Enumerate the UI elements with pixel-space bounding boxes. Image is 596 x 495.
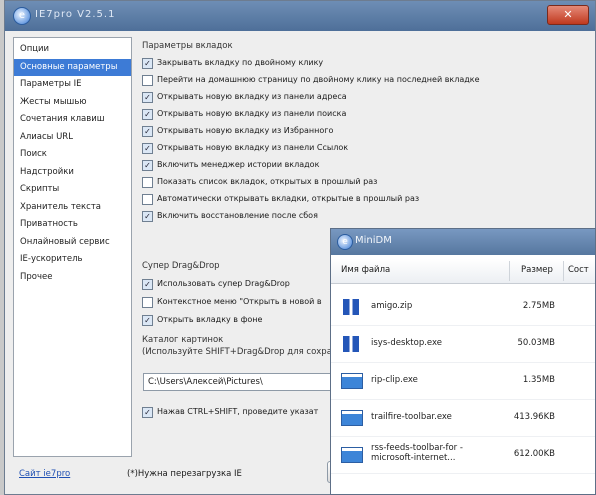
checkbox[interactable]: ✓ (142, 210, 153, 222)
option-auto-open-last-tabs[interactable]: Автоматически открывать вкладки, открыты… (142, 192, 419, 206)
checkbox[interactable]: ✓ (142, 108, 153, 120)
title-bar[interactable]: e IE7pro V2.5.1 ✕ (5, 1, 595, 31)
sidebar-item-ie-accelerator[interactable]: IE-ускоритель (14, 251, 131, 269)
option-ctrl-shift[interactable]: ✓ Нажав CTRL+SHIFT, проведите указат (142, 405, 318, 419)
sidebar-item-ie-settings[interactable]: Параметры IE (14, 76, 131, 94)
option-crash-recovery[interactable]: ✓ Включить восстановление после сбоя (142, 209, 318, 223)
option-tab-history[interactable]: ✓ Включить менеджер истории вкладок (142, 158, 319, 172)
sidebar-item-shortcuts[interactable]: Сочетания клавиш (14, 111, 131, 129)
option-home-on-dblclick[interactable]: Перейти на домашнюю страницу по двойному… (142, 73, 480, 87)
checkbox[interactable]: ✓ (142, 125, 153, 137)
file-name: rss-feeds-toolbar-for -microsoft-interne… (371, 443, 463, 463)
sidebar-item-privacy[interactable]: Приватность (14, 216, 131, 234)
archive-icon (343, 299, 359, 315)
sidebar-item-mouse-gestures[interactable]: Жесты мышью (14, 94, 131, 112)
window-title: IE7pro V2.5.1 (35, 9, 116, 20)
restart-note: (*)Нужна перезагрузка IE (127, 469, 242, 479)
column-divider (509, 261, 510, 281)
minidm-title-bar[interactable]: e MiniDM (331, 229, 595, 255)
option-newtab-address[interactable]: ✓ Открывать новую вкладку из панели адрес… (142, 90, 347, 104)
file-row[interactable]: trailfire-toolbar.exe 413.96KB (331, 402, 595, 437)
application-icon (341, 373, 363, 389)
sidebar-item-addons[interactable]: Надстройки (14, 164, 131, 182)
file-size: 612.00KB (513, 449, 555, 459)
option-newtab-favorites[interactable]: ✓ Открывать новую вкладку из Избранного (142, 124, 333, 138)
sidebar-item-misc[interactable]: Прочее (14, 269, 131, 287)
option-show-last-tabs[interactable]: Показать список вкладок, открытых в прош… (142, 175, 377, 189)
application-icon (341, 447, 363, 463)
file-name: trailfire-toolbar.exe (371, 412, 452, 422)
checkbox[interactable]: ✓ (142, 278, 153, 290)
column-header-size[interactable]: Размер (521, 265, 553, 275)
close-button[interactable]: ✕ (547, 5, 589, 25)
dragdrop-group-title: Супер Drag&Drop (142, 261, 220, 271)
column-divider (563, 261, 564, 281)
checkbox[interactable]: ✓ (142, 142, 153, 154)
minidm-title: MiniDM (355, 235, 392, 246)
checkbox[interactable]: ✓ (142, 159, 153, 171)
image-catalog-path-input[interactable]: C:\Users\Алексей\Pictures\ (143, 373, 343, 391)
checkbox[interactable] (142, 193, 153, 205)
file-row[interactable]: rss-feeds-toolbar-for -microsoft-interne… (331, 439, 595, 474)
file-list-header: Имя файла Размер Сост (331, 259, 595, 284)
minidm-app-icon: e (337, 234, 353, 250)
file-name: amigo.zip (371, 301, 413, 311)
file-row[interactable]: rip-clip.exe 1.35MB (331, 365, 595, 400)
checkbox[interactable]: ✓ (142, 314, 153, 326)
sidebar-item-general[interactable]: Основные параметры (14, 58, 131, 76)
sidebar-item-scripts[interactable]: Скрипты (14, 181, 131, 199)
site-link[interactable]: Сайт ie7pro (19, 469, 70, 479)
sidebar-item-options[interactable]: Опции (14, 41, 131, 59)
application-icon (341, 410, 363, 426)
file-size: 50.03MB (517, 338, 556, 348)
option-newtab-search[interactable]: ✓ Открывать новую вкладку из панели поиск… (142, 107, 346, 121)
option-super-dragdrop[interactable]: ✓ Использовать супер Drag&Drop (142, 277, 290, 291)
tabs-group-title: Параметры вкладок (142, 41, 233, 51)
option-context-menu-open[interactable]: Контекстное меню "Открыть в новой в (142, 295, 322, 309)
checkbox[interactable]: ✓ (142, 57, 153, 69)
app-icon: e (13, 7, 31, 25)
file-name: isys-desktop.exe (371, 338, 443, 348)
option-close-on-dblclick[interactable]: ✓ Закрывать вкладку по двойному клику (142, 56, 323, 70)
sidebar-item-search[interactable]: Поиск (14, 146, 131, 164)
file-size: 1.35MB (522, 375, 555, 385)
column-header-name[interactable]: Имя файла (341, 265, 390, 275)
options-sidebar: Опции Основные параметры Параметры IE Же… (13, 37, 132, 457)
file-name: rip-clip.exe (371, 375, 418, 385)
option-newtab-links[interactable]: ✓ Открывать новую вкладку из панели Ссыло… (142, 141, 348, 155)
sidebar-item-text-keeper[interactable]: Хранитель текста (14, 199, 131, 217)
archive-icon (343, 336, 359, 352)
sidebar-item-url-aliases[interactable]: Алиасы URL (14, 129, 131, 147)
column-header-status[interactable]: Сост (568, 265, 589, 275)
checkbox[interactable]: ✓ (142, 406, 153, 418)
checkbox[interactable] (142, 74, 153, 86)
file-row[interactable]: isys-desktop.exe 50.03MB (331, 328, 595, 363)
checkbox[interactable]: ✓ (142, 91, 153, 103)
file-row[interactable]: amigo.zip 2.75MB (331, 291, 595, 326)
file-size: 413.96KB (513, 412, 555, 422)
minidm-window: e MiniDM Имя файла Размер Сост amigo.zip… (330, 228, 596, 495)
sidebar-item-online-service[interactable]: Онлайновый сервис (14, 234, 131, 252)
checkbox[interactable] (142, 176, 153, 188)
image-catalog-label: Каталог картинок (142, 335, 224, 345)
image-catalog-hint: (Используйте SHIFT+Drag&Drop для сохра (142, 347, 332, 357)
option-open-in-background[interactable]: ✓ Открыть вкладку в фоне (142, 313, 262, 327)
file-size: 2.75MB (522, 301, 555, 311)
checkbox[interactable] (142, 296, 153, 308)
